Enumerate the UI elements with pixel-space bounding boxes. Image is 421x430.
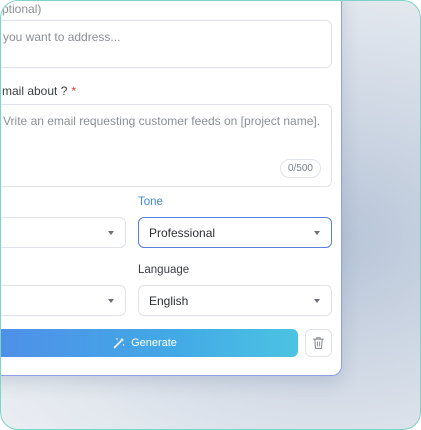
language-select[interactable]: English	[138, 285, 332, 316]
language-label: Language	[138, 264, 190, 276]
recipient-label: ptional)	[2, 2, 42, 16]
chevron-down-icon	[314, 299, 320, 303]
generate-button[interactable]: Generate	[1, 329, 298, 357]
magic-wand-icon	[113, 337, 125, 349]
character-counter: 0/500	[279, 159, 321, 178]
email-generator-card: ptional) you want to address... mail abo…	[1, 1, 342, 376]
about-label: mail about ? *	[2, 84, 76, 98]
chevron-down-icon	[314, 231, 320, 235]
tone-value: Professional	[149, 226, 216, 240]
trash-icon	[312, 337, 325, 349]
generate-label: Generate	[131, 337, 177, 349]
screenshot-frame: ptional) you want to address... mail abo…	[0, 0, 421, 430]
recipient-placeholder: you want to address...	[3, 30, 121, 44]
language-value: English	[149, 294, 189, 308]
about-placeholder: Vrite an email requesting customer feeds…	[3, 114, 321, 128]
clear-button[interactable]	[305, 329, 332, 357]
required-mark: *	[71, 84, 77, 98]
tone-label: Tone	[138, 196, 163, 208]
chevron-down-icon	[108, 231, 114, 235]
recipient-input[interactable]: you want to address...	[1, 20, 332, 68]
left-select-2[interactable]	[1, 285, 126, 316]
tone-select[interactable]: Professional	[138, 217, 332, 248]
chevron-down-icon	[108, 299, 114, 303]
left-select-1[interactable]	[1, 217, 126, 248]
about-textarea[interactable]: Vrite an email requesting customer feeds…	[1, 104, 332, 187]
about-label-text: mail about ?	[2, 84, 68, 98]
